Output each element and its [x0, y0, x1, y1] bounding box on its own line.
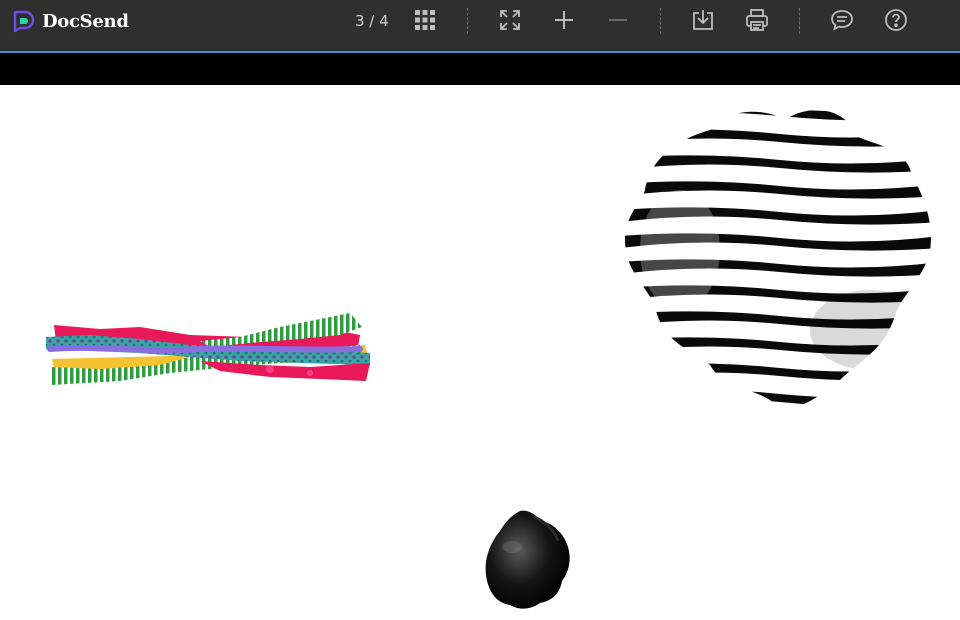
black-helmet-illustration [485, 510, 570, 609]
print-icon[interactable] [743, 6, 771, 34]
grid-view-icon[interactable] [411, 6, 439, 34]
striped-blob-illustration [625, 110, 931, 408]
toolbar-separator [799, 8, 800, 34]
toolbar-separator [660, 8, 661, 34]
viewer-toolbar: DocSend 3 / 4 [0, 0, 960, 53]
zoom-out-icon[interactable] [604, 6, 632, 34]
help-icon[interactable] [882, 6, 910, 34]
docsend-logo: DocSend [12, 8, 129, 34]
download-icon[interactable] [689, 6, 717, 34]
zoom-in-icon[interactable] [550, 6, 578, 34]
comment-icon[interactable] [828, 6, 856, 34]
fullscreen-icon[interactable] [496, 6, 524, 34]
document-page [0, 85, 960, 620]
colorful-collage-illustration [46, 313, 370, 385]
page-indicator: 3 / 4 [355, 12, 389, 30]
brand-name: DocSend [42, 10, 129, 32]
viewer-top-margin [0, 53, 960, 85]
toolbar-separator [467, 8, 468, 34]
docsend-logo-icon [13, 10, 35, 33]
